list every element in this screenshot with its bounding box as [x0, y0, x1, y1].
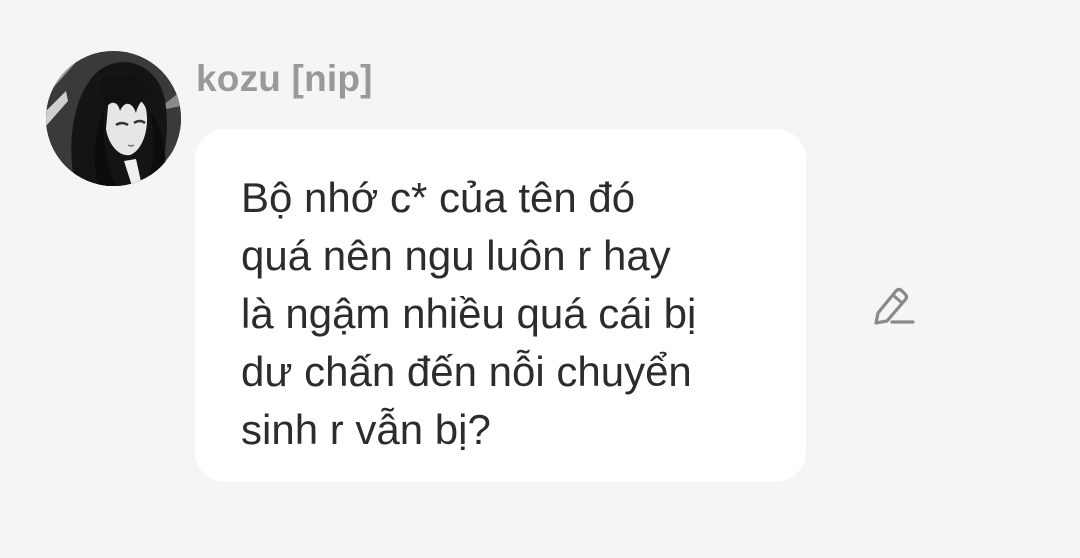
sender-name: kozu [nip] [196, 58, 373, 99]
pencil-icon[interactable] [868, 283, 916, 327]
avatar[interactable] [46, 51, 181, 186]
message-bubble[interactable]: Bộ nhớ c* của tên đó quá nên ngu luôn r … [195, 129, 806, 482]
edit-icon [874, 287, 915, 325]
message-text: Bộ nhớ c* của tên đó quá nên ngu luôn r … [241, 174, 697, 453]
avatar-image [46, 51, 181, 186]
